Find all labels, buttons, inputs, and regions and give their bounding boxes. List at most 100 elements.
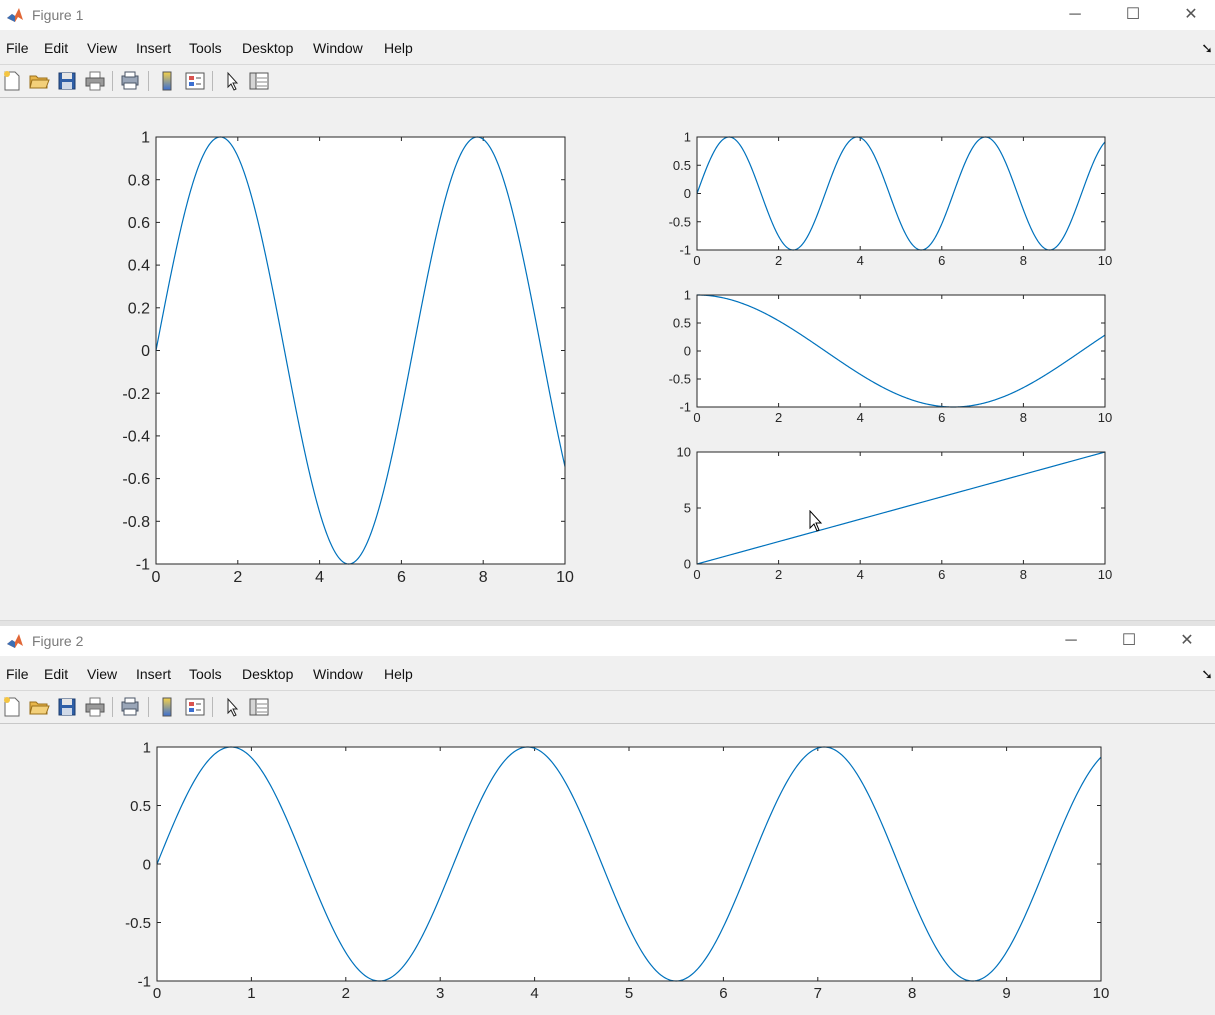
x-tick-label: 4 — [315, 569, 324, 586]
y-tick-label: 0.6 — [128, 215, 150, 232]
menu-edit[interactable]: Edit — [44, 40, 68, 56]
colorbar-icon[interactable] — [156, 696, 178, 718]
y-tick-label: 0.5 — [673, 158, 691, 173]
figure-1-plot-area[interactable]: 0 2 4 6 8 10-1-0.8-0.6-0.4-0.200.20.40.60.810… — [0, 97, 1215, 620]
x-tick-label: 2 — [775, 253, 782, 268]
axes-3[interactable]: 0 2 4 6 8 10 -1 -0.5 0 0.5 1 — [669, 288, 1113, 425]
x-tick-label: 3 — [436, 985, 444, 1002]
menu-desktop[interactable]: Desktop — [242, 666, 293, 682]
axes-background — [157, 747, 1101, 981]
menu-file[interactable]: File — [6, 666, 29, 682]
x-tick-label: 2 — [775, 410, 782, 425]
title-bar[interactable]: Figure 1 ─ ☐ ✕ — [0, 0, 1215, 30]
maximize-button[interactable]: ☐ — [1106, 626, 1152, 656]
x-tick-label: 8 — [1020, 253, 1027, 268]
save-icon[interactable] — [56, 696, 78, 718]
legend-icon[interactable] — [184, 70, 206, 92]
figure-toolbar — [0, 64, 1215, 98]
save-icon[interactable] — [56, 70, 78, 92]
open-file-icon[interactable] — [28, 696, 50, 718]
dock-arrow-icon[interactable]: ➘ — [1201, 666, 1213, 683]
toolbar-separator — [212, 697, 213, 717]
menu-desktop[interactable]: Desktop — [242, 40, 293, 56]
menu-help[interactable]: Help — [384, 40, 413, 56]
minimize-icon: ─ — [1065, 632, 1077, 649]
menu-edit[interactable]: Edit — [44, 666, 68, 682]
close-icon: ✕ — [1180, 632, 1194, 649]
pointer-icon[interactable] — [221, 70, 243, 92]
window-title: Figure 1 — [32, 7, 84, 23]
y-tick-label: 0.4 — [128, 258, 150, 275]
menu-file[interactable]: File — [6, 40, 29, 56]
x-tick-label: 6 — [719, 985, 727, 1002]
legend-icon[interactable] — [184, 696, 206, 718]
x-tick-label: 6 — [938, 253, 945, 268]
y-tick-label: 0.8 — [128, 172, 150, 189]
property-editor-icon[interactable] — [248, 696, 270, 718]
axes-background — [697, 295, 1105, 407]
axes-2[interactable]: 0 2 4 6 8 10 -1 -0.5 0 0.5 1 — [669, 130, 1113, 268]
close-button[interactable]: ✕ — [1168, 0, 1214, 30]
window-title: Figure 2 — [32, 633, 84, 649]
menu-tools[interactable]: Tools — [189, 40, 222, 56]
menu-window[interactable]: Window — [313, 40, 363, 56]
menu-tools[interactable]: Tools — [189, 666, 222, 682]
menu-view[interactable]: View — [87, 666, 117, 682]
y-tick-label: 1 — [684, 130, 691, 145]
menu-insert[interactable]: Insert — [136, 666, 171, 682]
toolbar-separator — [112, 71, 113, 91]
new-figure-icon[interactable] — [1, 70, 23, 92]
y-tick-label: 0 — [143, 856, 151, 873]
title-bar[interactable]: Figure 2 ─ ☐ ✕ — [0, 626, 1215, 656]
y-tick-label: 0.5 — [673, 316, 691, 331]
minimize-button[interactable]: ─ — [1048, 626, 1094, 656]
print-preview-icon[interactable] — [119, 696, 141, 718]
menu-insert[interactable]: Insert — [136, 40, 171, 56]
y-tick-label: 0.5 — [130, 798, 151, 815]
axes-1[interactable]: 0 2 4 6 8 10 -1 -0.8 -0.6 -0.4 -0.2 0 0.2 0.4 0.6 0.8 1 — [122, 130, 574, 586]
menu-view[interactable]: View — [87, 40, 117, 56]
open-file-icon[interactable] — [28, 70, 50, 92]
toolbar-separator — [112, 697, 113, 717]
x-tick-label: 8 — [1020, 567, 1027, 582]
menu-help[interactable]: Help — [384, 666, 413, 682]
x-tick-label: 2 — [342, 985, 350, 1002]
y-tick-label: -0.5 — [125, 915, 151, 932]
x-tick-label: 8 — [479, 569, 488, 586]
y-tick-label: 1 — [684, 288, 691, 303]
property-editor-icon[interactable] — [248, 70, 270, 92]
x-tick-label: 6 — [938, 410, 945, 425]
minimize-button[interactable]: ─ — [1052, 0, 1098, 30]
x-tick-label: 1 — [247, 985, 255, 1002]
toolbar-separator — [148, 697, 149, 717]
print-icon[interactable] — [84, 70, 106, 92]
dock-arrow-icon[interactable]: ➘ — [1201, 40, 1213, 57]
y-tick-label: -0.4 — [122, 429, 150, 446]
maximize-button[interactable]: ☐ — [1110, 0, 1156, 30]
axes-4[interactable]: 0 2 4 6 8 10 0 5 10 — [677, 445, 1113, 582]
maximize-icon: ☐ — [1125, 6, 1141, 23]
menu-window[interactable]: Window — [313, 666, 363, 682]
x-tick-label: 4 — [530, 985, 538, 1002]
print-preview-icon[interactable] — [119, 70, 141, 92]
print-icon[interactable] — [84, 696, 106, 718]
x-tick-label: 10 — [1093, 985, 1110, 1002]
x-tick-label: 10 — [1098, 410, 1112, 425]
new-figure-icon[interactable] — [1, 696, 23, 718]
x-tick-label: 4 — [857, 253, 864, 268]
x-tick-label: 6 — [938, 567, 945, 582]
y-tick-label: 1 — [143, 739, 151, 756]
x-tick-label: 0 — [152, 569, 161, 586]
figure-2-plot-area[interactable]: 0 1 2 3 4 5 6 7 8 9 10 -1 -0.5 0 0.5 1 — [0, 723, 1215, 1015]
toolbar-separator — [148, 71, 149, 91]
pointer-icon[interactable] — [221, 696, 243, 718]
x-tick-label: 2 — [233, 569, 242, 586]
x-tick-label: 10 — [1098, 567, 1112, 582]
y-tick-label: -0.8 — [122, 514, 150, 531]
y-tick-label: -0.5 — [669, 214, 691, 229]
y-tick-label: 1 — [141, 130, 150, 147]
y-tick-label: -1 — [679, 243, 691, 258]
close-button[interactable]: ✕ — [1164, 626, 1210, 656]
colorbar-icon[interactable] — [156, 70, 178, 92]
axes-5[interactable]: 0 1 2 3 4 5 6 7 8 9 10 -1 -0.5 0 0.5 1 — [125, 739, 1109, 1002]
